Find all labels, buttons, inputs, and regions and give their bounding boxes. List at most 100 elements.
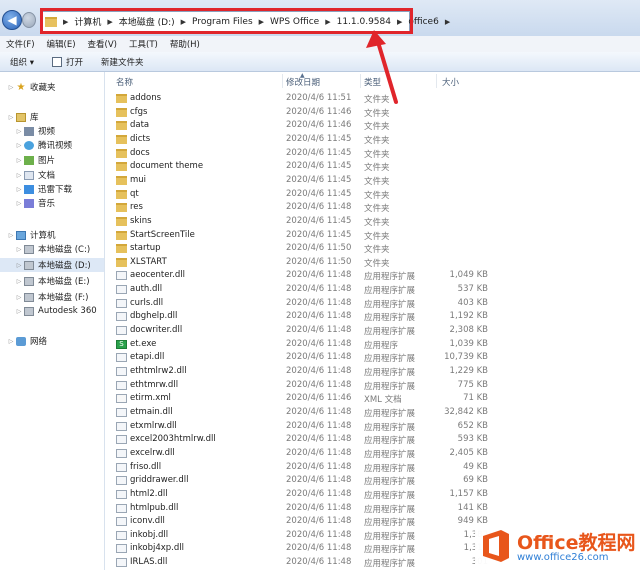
nav-item[interactable]: ▷ 音乐	[0, 196, 55, 210]
file-row[interactable]: StartScreenTile 2020/4/6 11:45 文件夹	[106, 229, 640, 243]
file-type: 文件夹	[364, 217, 390, 228]
chevron-right-icon[interactable]: ▶	[445, 18, 450, 26]
file-row[interactable]: griddrawer.dll 2020/4/6 11:48 应用程序扩展 69 KB	[106, 474, 640, 488]
expand-icon[interactable]: ▷	[14, 186, 24, 193]
nav-item[interactable]: ▷ 视频	[0, 124, 55, 138]
expand-icon[interactable]: ▷	[14, 308, 24, 315]
expand-icon[interactable]: ▷	[6, 114, 16, 121]
file-row[interactable]: curls.dll 2020/4/6 11:48 应用程序扩展 403 KB	[106, 297, 640, 311]
file-row[interactable]: aeocenter.dll 2020/4/6 11:48 应用程序扩展 1,049 K…	[106, 269, 640, 283]
nav-item[interactable]: ▷ 本地磁盘 (C:)	[0, 242, 90, 256]
column-divider[interactable]	[436, 74, 437, 88]
expand-icon[interactable]: ▷	[14, 246, 24, 253]
file-row[interactable]: htmlpub.dll 2020/4/6 11:48 应用程序扩展 141 KB	[106, 502, 640, 516]
nav-item[interactable]: ▷ 本地磁盘 (E:)	[0, 274, 90, 288]
dll-file-icon	[116, 489, 127, 499]
dll-file-icon	[116, 326, 127, 336]
column-divider[interactable]	[282, 74, 283, 88]
file-row[interactable]: dbghelp.dll 2020/4/6 11:48 应用程序扩展 1,192 KB	[106, 310, 640, 324]
file-row[interactable]: etapi.dll 2020/4/6 11:48 应用程序扩展 10,739 KB	[106, 351, 640, 365]
nav-item[interactable]: ▷ 网络	[0, 334, 47, 348]
file-type: 应用程序扩展	[364, 504, 416, 515]
file-row[interactable]: excel2003htmlrw.dll 2020/4/6 11:48 应用程序扩展 5…	[106, 433, 640, 447]
expand-icon[interactable]: ▷	[14, 294, 24, 301]
file-row[interactable]: excelrw.dll 2020/4/6 11:48 应用程序扩展 2,405 KB	[106, 447, 640, 461]
file-date: 2020/4/6 11:48	[286, 325, 352, 336]
open-button[interactable]: 打开	[51, 56, 83, 68]
expand-icon[interactable]: ▷	[14, 200, 24, 207]
arrow-head	[366, 30, 386, 48]
file-size: 1,039 KB	[449, 338, 488, 349]
file-row[interactable]: data 2020/4/6 11:46 文件夹	[106, 119, 640, 133]
file-type: 应用程序扩展	[364, 422, 416, 433]
file-date: 2020/4/6 11:48	[286, 297, 352, 308]
file-row[interactable]: ethtmrw.dll 2020/4/6 11:48 应用程序扩展 775 KB	[106, 379, 640, 393]
expand-icon[interactable]: ▷	[6, 84, 16, 91]
menu-tools[interactable]: 工具(T)	[129, 38, 158, 50]
nav-item[interactable]: ▷ 图片	[0, 153, 55, 167]
nav-item[interactable]: ▷ 腾讯视频	[0, 138, 72, 152]
nav-item[interactable]: ▷ 文档	[0, 168, 55, 182]
nav-item-label: 本地磁盘 (F:)	[38, 293, 89, 303]
file-row[interactable]: dicts 2020/4/6 11:45 文件夹	[106, 133, 640, 147]
file-row[interactable]: startup 2020/4/6 11:50 文件夹	[106, 242, 640, 256]
expand-icon[interactable]: ▷	[14, 142, 24, 149]
forward-button[interactable]	[22, 12, 36, 28]
organize-label: 组织 ▾	[10, 57, 34, 68]
file-name: mui	[130, 174, 147, 185]
file-name: dicts	[130, 133, 151, 144]
file-row[interactable]: XLSTART 2020/4/6 11:50 文件夹	[106, 256, 640, 270]
file-row[interactable]: Set.exe 2020/4/6 11:48 应用程序 1,039 KB	[106, 338, 640, 352]
nav-item[interactable]: ▷ 计算机	[0, 228, 56, 242]
file-row[interactable]: document theme 2020/4/6 11:45 文件夹	[106, 160, 640, 174]
organize-button[interactable]: 组织 ▾	[10, 56, 34, 68]
file-name: startup	[130, 243, 161, 254]
menu-edit[interactable]: 编辑(E)	[47, 38, 76, 50]
menu-file[interactable]: 文件(F)	[6, 38, 35, 50]
file-row[interactable]: etirm.xml 2020/4/6 11:46 XML 文档 71 KB	[106, 392, 640, 406]
nav-item[interactable]: ▷ 本地磁盘 (F:)	[0, 290, 88, 304]
nav-item[interactable]: ▷ Autodesk 360	[0, 304, 97, 318]
file-row[interactable]: mui 2020/4/6 11:45 文件夹	[106, 174, 640, 188]
file-row[interactable]: ethtmlrw2.dll 2020/4/6 11:48 应用程序扩展 1,229 K…	[106, 365, 640, 379]
back-button[interactable]: ◀	[2, 10, 22, 30]
file-row[interactable]: docwriter.dll 2020/4/6 11:48 应用程序扩展 2,308 K…	[106, 324, 640, 338]
star-icon: ★	[16, 81, 26, 93]
file-name: docwriter.dll	[130, 325, 183, 336]
dll-file-icon	[116, 544, 127, 554]
file-date: 2020/4/6 11:48	[286, 406, 352, 417]
dll-file-icon	[116, 530, 127, 540]
file-row[interactable]: res 2020/4/6 11:48 文件夹	[106, 201, 640, 215]
column-size[interactable]: 大小	[442, 76, 459, 88]
nav-item[interactable]: ▷ 迅雷下载	[0, 182, 72, 196]
column-date[interactable]: 修改日期	[286, 76, 320, 88]
expand-icon[interactable]: ▷	[14, 278, 24, 285]
file-date: 2020/4/6 11:48	[286, 284, 352, 295]
expand-icon[interactable]: ▷	[6, 338, 16, 345]
file-name: docs	[130, 147, 150, 158]
file-row[interactable]: etmain.dll 2020/4/6 11:48 应用程序扩展 32,842 KB	[106, 406, 640, 420]
folder-icon	[116, 107, 127, 117]
expand-icon[interactable]: ▷	[14, 157, 24, 164]
expand-icon[interactable]: ▷	[14, 128, 24, 135]
file-name: iconv.dll	[130, 516, 165, 527]
nav-item[interactable]: ▷ 库	[0, 110, 39, 124]
file-row[interactable]: docs 2020/4/6 11:45 文件夹	[106, 147, 640, 161]
expand-icon[interactable]: ▷	[14, 172, 24, 179]
nav-item[interactable]: ▷ ★ 收藏夹	[0, 80, 56, 94]
file-row[interactable]: auth.dll 2020/4/6 11:48 应用程序扩展 537 KB	[106, 283, 640, 297]
file-row[interactable]: etxmlrw.dll 2020/4/6 11:48 应用程序扩展 652 KB	[106, 420, 640, 434]
menu-help[interactable]: 帮助(H)	[170, 38, 200, 50]
file-row[interactable]: html2.dll 2020/4/6 11:48 应用程序扩展 1,157 KB	[106, 488, 640, 502]
file-row[interactable]: friso.dll 2020/4/6 11:48 应用程序扩展 49 KB	[106, 461, 640, 475]
file-name: etmain.dll	[130, 406, 173, 417]
expand-icon[interactable]: ▷	[14, 262, 24, 269]
menu-view[interactable]: 查看(V)	[88, 38, 117, 50]
nav-item[interactable]: ▷ 本地磁盘 (D:)	[0, 258, 104, 272]
file-row[interactable]: skins 2020/4/6 11:45 文件夹	[106, 215, 640, 229]
new-folder-button[interactable]: 新建文件夹	[101, 56, 144, 68]
expand-icon[interactable]: ▷	[6, 232, 16, 239]
nav-item-label: 迅雷下载	[38, 185, 73, 195]
column-name[interactable]: 名称	[116, 76, 133, 88]
file-row[interactable]: qt 2020/4/6 11:45 文件夹	[106, 188, 640, 202]
